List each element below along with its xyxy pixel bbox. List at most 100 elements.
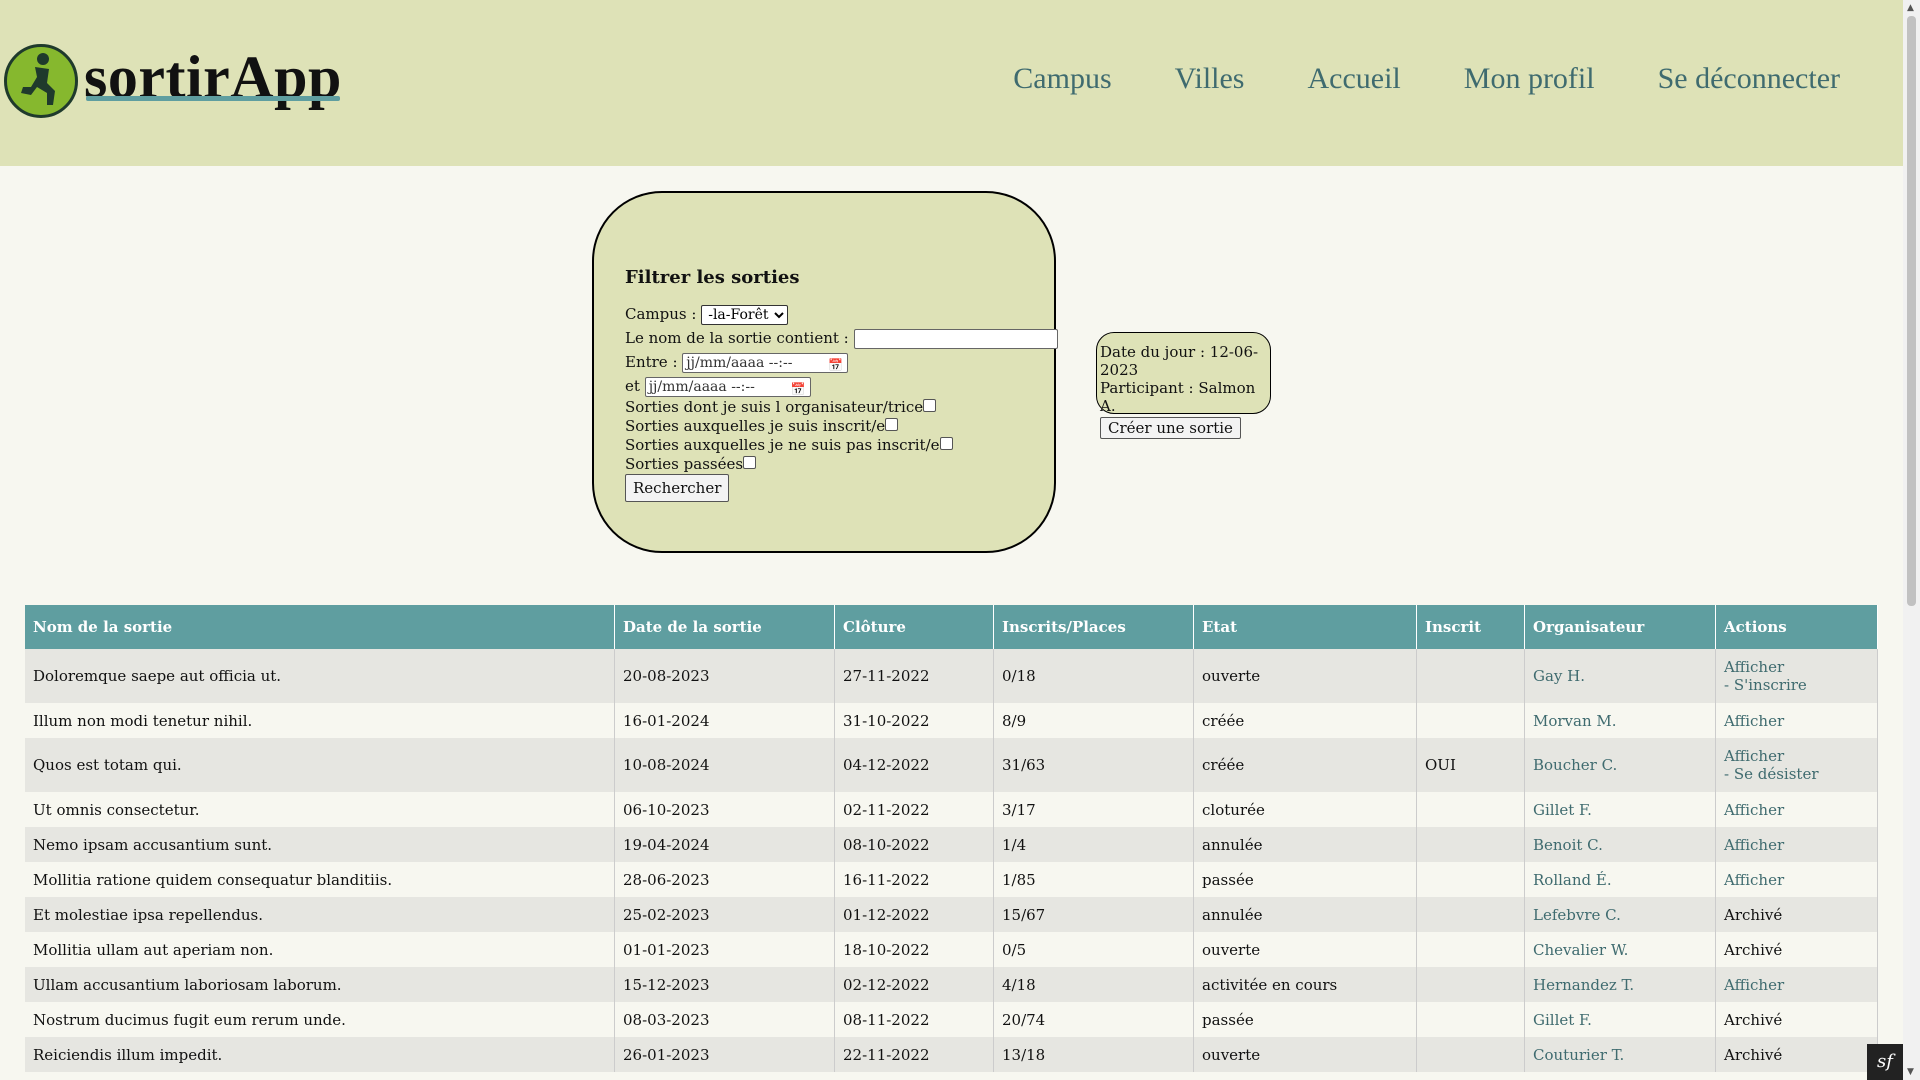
outings-table-wrapper: Nom de la sortie Date de la sortie Clôtu… <box>25 605 1878 1072</box>
calendar-icon[interactable]: 📅 <box>828 356 843 374</box>
registration-action-link[interactable]: - Se désister <box>1724 765 1869 783</box>
cb-registered-label: Sorties auxquelles je suis inscrit/e <box>625 417 886 435</box>
table-row: Nostrum ducimus fugit eum rerum unde. 08-… <box>25 1002 1878 1037</box>
column-header-close: Clôture <box>834 605 994 649</box>
archived-label: Archivé <box>1724 1010 1783 1029</box>
cell-actions: Archivé <box>1715 897 1878 932</box>
cell-places: 3/17 <box>993 792 1194 827</box>
cell-actions: Afficher <box>1715 827 1878 862</box>
main-nav: Campus Villes Accueil Mon profil Se déco… <box>950 62 1840 96</box>
cell-organizer[interactable]: Gay H. <box>1524 649 1716 703</box>
cell-organizer[interactable]: Morvan M. <box>1524 703 1716 738</box>
cell-organizer[interactable]: Chevalier W. <box>1524 932 1716 967</box>
cell-registered: OUI <box>1416 738 1525 792</box>
page-scrollbar[interactable]: ▲ ▼ <box>1903 0 1920 1080</box>
cell-actions: Afficher <box>1715 792 1878 827</box>
cell-state: activitée en cours <box>1193 967 1417 1002</box>
cell-organizer[interactable]: Hernandez T. <box>1524 967 1716 1002</box>
date-start-placeholder: jj/mm/aaaa --:-- <box>686 355 793 371</box>
nav-link-mon-profil[interactable]: Mon profil <box>1464 62 1595 96</box>
cell-state: ouverte <box>1193 932 1417 967</box>
table-row: Doloremque saepe aut officia ut. 20-08-20… <box>25 649 1878 703</box>
scroll-thumb[interactable] <box>1907 16 1916 606</box>
show-outing-link[interactable]: Afficher <box>1724 976 1869 994</box>
cell-organizer[interactable]: Boucher C. <box>1524 738 1716 792</box>
table-row: Et molestiae ipsa repellendus. 25-02-2023… <box>25 897 1878 932</box>
cell-close: 18-10-2022 <box>834 932 994 967</box>
cb-registered-checkbox[interactable] <box>885 418 899 431</box>
search-button[interactable]: Rechercher <box>625 474 730 502</box>
scroll-down-arrow-icon[interactable]: ▼ <box>1907 1067 1914 1077</box>
cell-name: Mollitia ratione quidem consequatur blan… <box>25 862 615 897</box>
archived-label: Archivé <box>1724 1045 1783 1064</box>
cell-places: 20/74 <box>993 1002 1194 1037</box>
cb-organizer-checkbox[interactable] <box>923 399 937 412</box>
date-start-row: Entre : jj/mm/aaaa --:-- 📅 <box>625 350 1054 374</box>
nav-link-accueil[interactable]: Accueil <box>1307 62 1400 96</box>
cell-name: Nemo ipsam accusantium sunt. <box>25 827 615 862</box>
campus-select[interactable]: -la-Forêt <box>701 305 789 325</box>
cell-actions: Afficher - Se désister <box>1715 738 1878 792</box>
cell-state: créée <box>1193 738 1417 792</box>
name-filter-input[interactable] <box>853 329 1058 349</box>
cell-actions: Archivé <box>1715 932 1878 967</box>
show-outing-link[interactable]: Afficher <box>1724 658 1869 676</box>
table-row: Ut omnis consectetur. 06-10-2023 02-11-202… <box>25 792 1878 827</box>
cell-date: 25-02-2023 <box>614 897 835 932</box>
cell-state: annulée <box>1193 897 1417 932</box>
cell-actions: Afficher - S'inscrire <box>1715 649 1878 703</box>
show-outing-link[interactable]: Afficher <box>1724 801 1869 819</box>
cell-organizer[interactable]: Gillet F. <box>1524 792 1716 827</box>
table-header-row: Nom de la sortie Date de la sortie Clôtu… <box>25 605 1878 649</box>
cell-state: ouverte <box>1193 1037 1417 1072</box>
site-header: sortirApp Campus Villes Accueil Mon prof… <box>0 0 1903 166</box>
nav-link-campus[interactable]: Campus <box>1013 62 1111 96</box>
cb-past-row: Sorties passées <box>625 455 1054 474</box>
cell-date: 10-08-2024 <box>614 738 835 792</box>
cell-registered <box>1416 862 1525 897</box>
cb-not-registered-checkbox[interactable] <box>939 437 953 450</box>
cell-organizer[interactable]: Rolland É. <box>1524 862 1716 897</box>
symfony-toolbar-icon[interactable]: sf <box>1867 1044 1903 1080</box>
cell-registered <box>1416 932 1525 967</box>
cell-places: 0/5 <box>993 932 1194 967</box>
cell-date: 01-01-2023 <box>614 932 835 967</box>
archived-label: Archivé <box>1724 905 1783 924</box>
create-outing-button[interactable]: Créer une sortie <box>1100 417 1241 439</box>
cell-name: Doloremque saepe aut officia ut. <box>25 649 615 703</box>
date-end-row: et jj/mm/aaaa --:-- 📅 <box>625 374 1054 398</box>
cell-places: 13/18 <box>993 1037 1194 1072</box>
date-start-input[interactable]: jj/mm/aaaa --:-- 📅 <box>682 353 849 374</box>
cell-name: Ullam accusantium laboriosam laborum. <box>25 967 615 1002</box>
cb-registered-row: Sorties auxquelles je suis inscrit/e <box>625 417 1054 436</box>
show-outing-link[interactable]: Afficher <box>1724 747 1869 765</box>
scroll-up-arrow-icon[interactable]: ▲ <box>1907 3 1914 13</box>
date-end-input[interactable]: jj/mm/aaaa --:-- 📅 <box>644 377 811 398</box>
show-outing-link[interactable]: Afficher <box>1724 712 1869 730</box>
nav-link-logout[interactable]: Se déconnecter <box>1658 62 1840 96</box>
cell-organizer[interactable]: Benoit C. <box>1524 827 1716 862</box>
cell-places: 1/85 <box>993 862 1194 897</box>
cell-registered <box>1416 703 1525 738</box>
show-outing-link[interactable]: Afficher <box>1724 871 1869 889</box>
participant-name: Participant : Salmon A. <box>1100 379 1256 415</box>
search-row: Rechercher <box>625 474 1054 502</box>
person-running-logo-icon <box>4 44 78 118</box>
nav-link-villes[interactable]: Villes <box>1175 62 1245 96</box>
cell-close: 08-10-2022 <box>834 827 994 862</box>
cb-past-checkbox[interactable] <box>743 456 757 469</box>
cell-registered <box>1416 1037 1525 1072</box>
cell-organizer[interactable]: Couturier T. <box>1524 1037 1716 1072</box>
cell-organizer[interactable]: Lefebvre C. <box>1524 897 1716 932</box>
cell-organizer[interactable]: Gillet F. <box>1524 1002 1716 1037</box>
user-info-box: Date du jour : 12-06-2023 Participant : … <box>1096 332 1271 439</box>
cell-date: 06-10-2023 <box>614 792 835 827</box>
filter-title: Filtrer les sorties <box>625 267 800 288</box>
registration-action-link[interactable]: - S'inscrire <box>1724 676 1869 694</box>
cb-not-registered-row: Sorties auxquelles je ne suis pas inscri… <box>625 436 1054 455</box>
brand-logo[interactable]: sortirApp <box>4 44 342 118</box>
cb-not-registered-label: Sorties auxquelles je ne suis pas inscri… <box>625 436 940 454</box>
cell-registered <box>1416 967 1525 1002</box>
show-outing-link[interactable]: Afficher <box>1724 836 1869 854</box>
calendar-icon[interactable]: 📅 <box>791 380 806 398</box>
